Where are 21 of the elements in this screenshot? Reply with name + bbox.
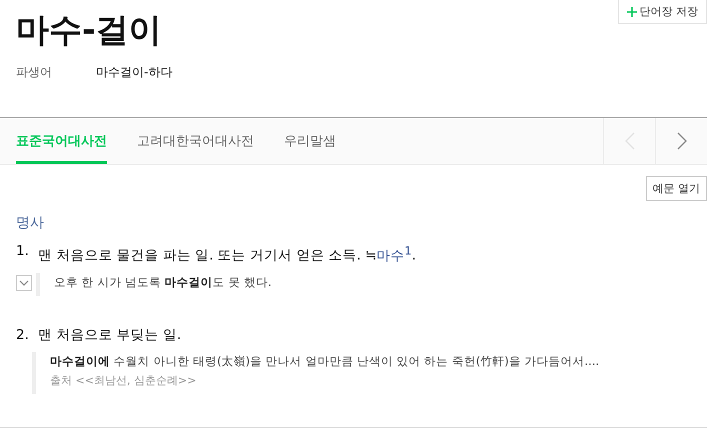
synonym-link[interactable]: 마수$^{1}$ bbox=[376, 248, 412, 264]
sense-number: 2. bbox=[16, 326, 30, 344]
dictionary-tab[interactable]: 고려대한국어대사전 bbox=[137, 118, 254, 164]
definition-text: 맨 처음으로 물건을 파는 일. 또는 거기서 얻은 소득. ≒마수$^{1}$. bbox=[38, 243, 416, 266]
example-sentence: 오후 한 시가 넘도록 마수걸이도 못 했다. bbox=[54, 274, 272, 290]
dictionary-tab[interactable]: 우리말샘 bbox=[284, 118, 336, 164]
plus-icon bbox=[626, 6, 636, 16]
sense-number: 1. bbox=[16, 242, 30, 261]
derivative-label: 파생어 bbox=[16, 64, 53, 81]
definition-text: 맨 처음으로 부딪는 일. bbox=[38, 326, 182, 344]
chevron-down-icon bbox=[19, 280, 29, 286]
save-to-wordbook-button[interactable]: 단어장 저장 bbox=[618, 0, 707, 24]
chevron-right-icon bbox=[676, 132, 686, 150]
example-sentence: 마수걸이에 수월치 아니한 태령(太嶺)을 만나서 얼마만큼 난색이 있어 하는 죽헌(竹軒)을 가다듬어서.... bbox=[50, 352, 600, 370]
headword: 마수-걸이 bbox=[16, 9, 162, 51]
expand-toggle[interactable] bbox=[16, 274, 32, 290]
chevron-left-icon bbox=[624, 132, 634, 150]
part-of-speech: 명사 bbox=[16, 214, 45, 232]
derivative-word: 마수걸이-하다 bbox=[96, 64, 172, 81]
open-examples-button[interactable]: 예문 열기 bbox=[646, 176, 707, 201]
example-source: 출처 <<최남선, 심춘순례>> bbox=[50, 372, 198, 388]
